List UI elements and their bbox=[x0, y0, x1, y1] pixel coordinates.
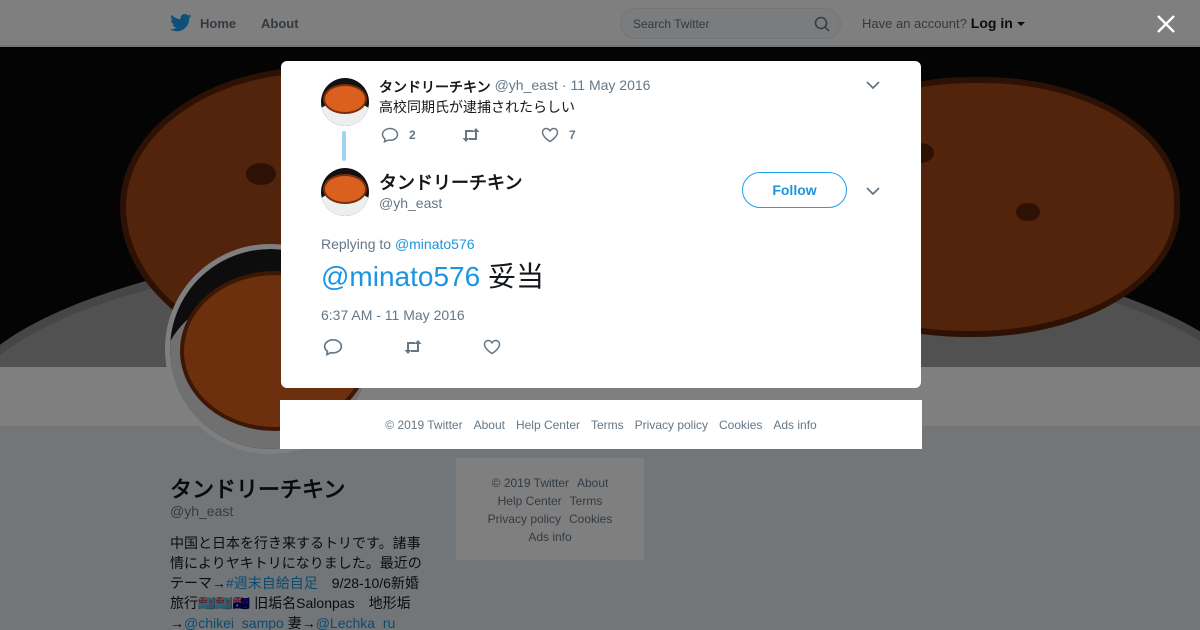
chevron-down-icon[interactable] bbox=[865, 79, 881, 91]
like-icon[interactable] bbox=[483, 339, 501, 355]
parent-tweet-name[interactable]: タンドリーチキン bbox=[379, 77, 491, 97]
footer-help-link[interactable]: Help Center bbox=[516, 418, 580, 432]
avatar[interactable] bbox=[321, 168, 369, 216]
parent-tweet-header: タンドリーチキン @yh_east · 11 May 2016 bbox=[379, 77, 650, 97]
like-icon bbox=[541, 127, 559, 143]
parent-tweet-actions: 2 7 bbox=[381, 127, 576, 143]
replying-to-line: Replying to @minato576 bbox=[321, 236, 475, 252]
modal-footer: © 2019 Twitter About Help Center Terms P… bbox=[280, 400, 922, 449]
footer-copyright: © 2019 Twitter bbox=[385, 417, 463, 432]
tweet-body-text: 妥当 bbox=[480, 261, 544, 292]
footer-ads-link[interactable]: Ads info bbox=[773, 418, 816, 432]
footer-privacy-link[interactable]: Privacy policy bbox=[635, 418, 708, 432]
close-icon[interactable] bbox=[1154, 12, 1178, 36]
reply-icon bbox=[381, 127, 399, 143]
parent-tweet-text: 高校同期氏が逮捕されたらしい bbox=[379, 99, 575, 115]
replying-to-handle-link[interactable]: @minato576 bbox=[395, 236, 475, 252]
main-tweet-timestamp[interactable]: 6:37 AM - 11 May 2016 bbox=[321, 307, 465, 323]
main-tweet-name[interactable]: タンドリーチキン bbox=[379, 169, 522, 195]
footer-about-link[interactable]: About bbox=[474, 418, 505, 432]
like-count: 7 bbox=[569, 128, 576, 142]
tweet-mention-link[interactable]: @minato576 bbox=[321, 261, 480, 292]
retweet-button[interactable] bbox=[461, 127, 541, 143]
chevron-down-icon[interactable] bbox=[865, 185, 881, 197]
avatar[interactable] bbox=[321, 78, 369, 126]
thread-connector-line bbox=[342, 131, 346, 161]
replying-to-label: Replying to bbox=[321, 236, 392, 252]
tweet-permalink-modal: タンドリーチキン @yh_east · 11 May 2016 高校同期氏が逮捕… bbox=[281, 61, 921, 388]
main-tweet-text: @minato576 妥当 bbox=[321, 259, 544, 295]
parent-tweet-handle[interactable]: @yh_east bbox=[495, 77, 558, 97]
main-tweet-handle[interactable]: @yh_east bbox=[379, 195, 442, 211]
retweet-icon[interactable] bbox=[403, 339, 423, 355]
parent-tweet-date[interactable]: 11 May 2016 bbox=[571, 77, 651, 97]
main-tweet-actions bbox=[323, 338, 501, 356]
footer-terms-link[interactable]: Terms bbox=[591, 418, 624, 432]
follow-button[interactable]: Follow bbox=[742, 172, 847, 208]
retweet-icon bbox=[462, 128, 480, 142]
reply-icon[interactable] bbox=[323, 338, 343, 356]
reply-count: 2 bbox=[409, 128, 416, 142]
parent-tweet-separator: · bbox=[561, 77, 567, 93]
like-button[interactable]: 7 bbox=[541, 127, 576, 143]
reply-button[interactable]: 2 bbox=[381, 127, 461, 143]
footer-cookies-link[interactable]: Cookies bbox=[719, 418, 762, 432]
